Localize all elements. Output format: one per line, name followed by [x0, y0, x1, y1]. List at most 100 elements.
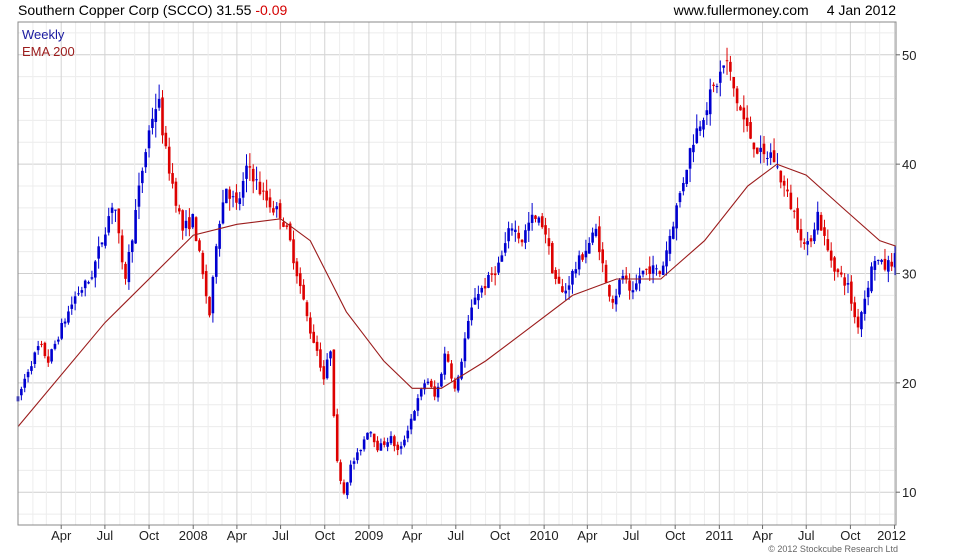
candle-body [413, 411, 416, 421]
candle-body [376, 440, 379, 451]
candle-body [537, 217, 541, 223]
candle-body [77, 293, 80, 295]
candle-body [466, 320, 470, 339]
candle-body [151, 118, 154, 128]
candle-body [40, 343, 43, 345]
candle-body [745, 117, 749, 126]
candle-body [792, 210, 796, 212]
candle-body [325, 359, 329, 379]
candle-body [782, 180, 786, 186]
candle-body [184, 220, 188, 229]
x-tick-label: Oct [665, 528, 686, 543]
x-tick-label: Apr [577, 528, 598, 543]
candle-body [500, 255, 504, 262]
x-tick-label: Oct [139, 528, 160, 543]
candle-body [520, 239, 524, 243]
candle-body [393, 436, 396, 447]
legend-ema-200: EMA 200 [22, 44, 75, 59]
candle-body [406, 430, 410, 439]
candle-body [470, 307, 473, 321]
candle-body [483, 286, 487, 289]
x-tick-label: Jul [447, 528, 464, 543]
candle-body [20, 388, 23, 396]
candle-body [352, 461, 356, 464]
candle-body [631, 290, 635, 293]
candle-body [712, 84, 715, 86]
candle-body [514, 229, 517, 233]
candle-body [685, 169, 689, 184]
y-tick-label: 40 [902, 157, 916, 172]
candle-body [100, 242, 104, 245]
candle-body [510, 228, 514, 231]
candle-body [97, 246, 100, 259]
candle-body [524, 230, 527, 243]
y-tick-label: 10 [902, 485, 916, 500]
candle-body [262, 190, 265, 192]
candle-body [268, 197, 272, 208]
candle-body [574, 269, 578, 274]
x-tick-label: 2009 [354, 528, 383, 543]
candle-body [678, 193, 682, 203]
candle-body [554, 270, 557, 279]
x-tick-label: Apr [402, 528, 423, 543]
candle-body [473, 297, 477, 305]
x-tick-label: 2008 [179, 528, 208, 543]
candle-body [26, 371, 30, 378]
candle-body [628, 280, 631, 291]
candle-body [275, 206, 279, 210]
x-tick-label: 2010 [530, 528, 559, 543]
candle-body [567, 285, 571, 290]
candle-body [221, 202, 225, 224]
candle-body [604, 264, 608, 283]
candle-body [319, 349, 322, 368]
x-tick-label: Oct [840, 528, 861, 543]
candle-body [547, 238, 551, 247]
candle-body [856, 316, 860, 328]
candle-body [769, 152, 773, 158]
candle-body [396, 444, 400, 451]
candle-body [157, 98, 161, 108]
candle-body [346, 482, 349, 496]
candle-body [110, 207, 114, 213]
candle-body [752, 142, 756, 150]
candle-body [762, 143, 766, 155]
candle-body [675, 205, 678, 229]
candle-body [816, 211, 820, 231]
candle-body [272, 208, 275, 213]
candle-body [739, 106, 742, 111]
candle-body [651, 265, 655, 274]
candle-body [682, 182, 685, 192]
candle-body [732, 76, 736, 89]
candle-body [487, 274, 490, 288]
candle-body [204, 271, 208, 297]
candle-body [403, 439, 406, 446]
candle-body [776, 166, 779, 168]
candle-body [668, 235, 672, 254]
y-axis: 10 20 30 40 50 [896, 48, 916, 500]
copyright-notice: © 2012 Stockcube Research Ltd [768, 544, 898, 554]
candle-body [285, 225, 289, 227]
candle-body [641, 270, 645, 275]
candle-body [853, 302, 857, 318]
x-tick-label: 2011 [705, 528, 733, 543]
candle-body [255, 179, 258, 181]
candle-body [144, 152, 147, 168]
candle-body [698, 126, 702, 131]
candle-body [315, 341, 319, 351]
candle-body [295, 261, 299, 277]
candle-body [850, 281, 853, 304]
candle-body [839, 272, 843, 275]
candle-body [823, 227, 826, 236]
candle-body [873, 260, 877, 270]
candle-body [544, 225, 547, 235]
candle-body [117, 208, 121, 234]
candle-body [177, 208, 181, 212]
candle-body [130, 240, 134, 253]
candle-body [527, 222, 531, 231]
candle-body [655, 268, 658, 270]
candle-body [581, 254, 584, 260]
candle-body [729, 61, 732, 72]
candle-body [282, 222, 285, 227]
candle-body [359, 449, 363, 452]
candle-body [332, 349, 336, 417]
